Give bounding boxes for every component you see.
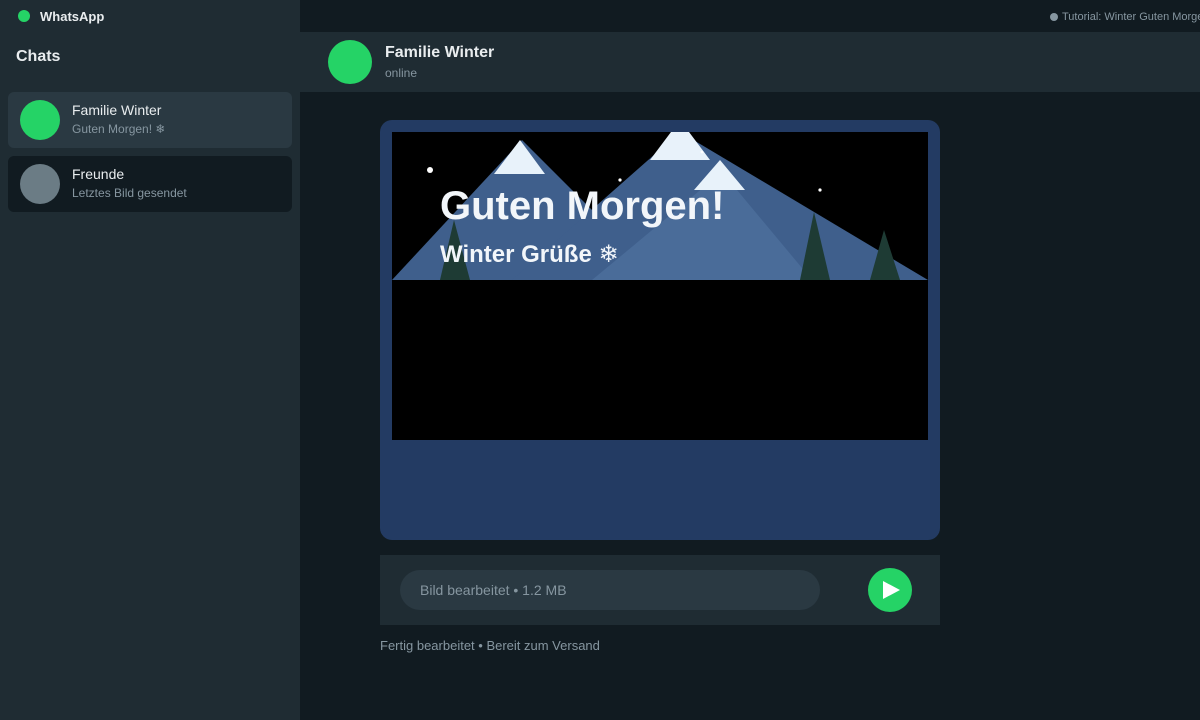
- image-message[interactable]: Guten Morgen! Winter Grüße ❄: [380, 120, 940, 540]
- image-title: Guten Morgen!: [440, 184, 725, 228]
- message-input[interactable]: [400, 570, 820, 610]
- status-text: Fertig bearbeitet • Bereit zum Versand: [380, 638, 600, 653]
- brand: WhatsApp: [0, 0, 300, 32]
- composer: [380, 555, 940, 625]
- image-subtitle: Winter Grüße ❄: [440, 241, 619, 268]
- tutorial-label: Tutorial: Winter Guten Morgen: [1050, 11, 1200, 23]
- chats-title: Chats: [16, 48, 61, 65]
- app-name: WhatsApp: [40, 9, 105, 24]
- chat-item-freunde[interactable]: Freunde Letztes Bild gesendet: [8, 156, 292, 212]
- chat-preview: Guten Morgen! ❄: [72, 122, 166, 136]
- contact-status: online: [385, 66, 418, 80]
- brand-logo-icon: [18, 10, 30, 22]
- avatar: [20, 100, 60, 140]
- whatsapp-app: WhatsApp Chats Familie Winter Guten Morg…: [0, 0, 1200, 720]
- chat-preview: Letztes Bild gesendet: [72, 186, 187, 200]
- tutorial-text: Tutorial: Winter Guten Morgen: [1062, 11, 1200, 23]
- send-icon: [883, 581, 900, 599]
- chat-item-familie-winter[interactable]: Familie Winter Guten Morgen! ❄: [8, 92, 292, 148]
- contact-name[interactable]: Familie Winter: [385, 44, 494, 62]
- chat-name: Freunde: [72, 166, 125, 182]
- sidebar: WhatsApp Chats Familie Winter Guten Morg…: [0, 0, 300, 720]
- greeting-image: Guten Morgen! Winter Grüße ❄: [392, 132, 928, 440]
- contact-avatar[interactable]: [328, 40, 372, 84]
- chat-name: Familie Winter: [72, 102, 162, 118]
- send-button[interactable]: [868, 568, 912, 612]
- avatar: [20, 164, 60, 204]
- status-dot-icon: [1050, 13, 1058, 21]
- chat-header: Familie Winter online: [300, 32, 1200, 92]
- winter-scene-illustration: [392, 132, 928, 280]
